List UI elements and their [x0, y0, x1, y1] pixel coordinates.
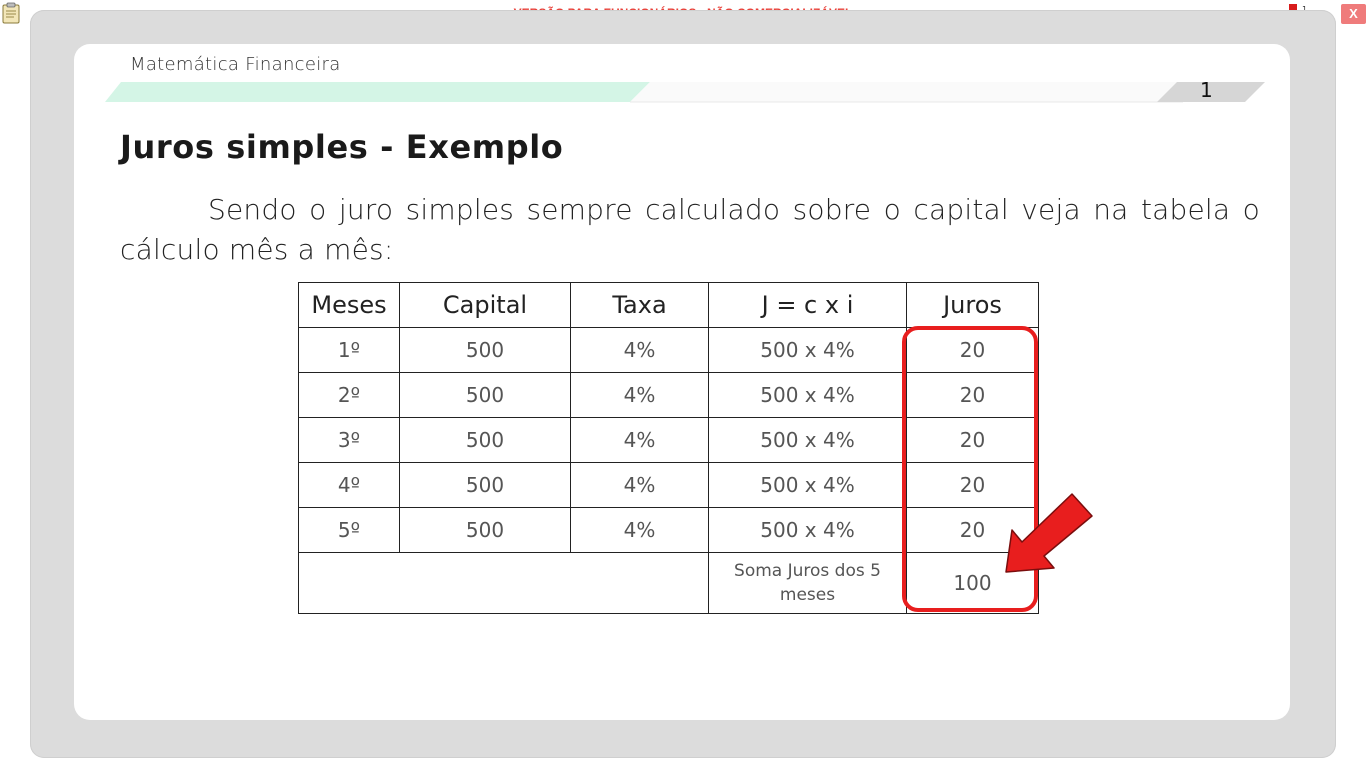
slide-paragraph: Sendo o juro simples sempre calculado so… [120, 193, 1260, 266]
cell-taxa: 4% [570, 372, 709, 418]
slide-viewer: VERSÃO PARA FUNCIONÁRIOS - NÃO COMERCIAL… [0, 0, 1366, 768]
cell-juros: 20 [906, 417, 1039, 463]
cell-taxa: 4% [570, 462, 709, 508]
table-row: 3º 500 4% 500 x 4% 20 [298, 417, 1039, 463]
table-header-row: Meses Capital Taxa J = c x i Juros [298, 282, 1039, 328]
cell-juros: 20 [906, 327, 1039, 373]
cell-formula: 500 x 4% [708, 327, 907, 373]
cell-formula: 500 x 4% [708, 462, 907, 508]
cell-capital: 500 [399, 417, 571, 463]
cell-juros: 20 [906, 372, 1039, 418]
cell-mes: 2º [298, 372, 400, 418]
cell-formula: 500 x 4% [708, 417, 907, 463]
cell-capital: 500 [399, 327, 571, 373]
cell-mes: 1º [298, 327, 400, 373]
header-band [105, 82, 1265, 103]
cell-taxa: 4% [570, 507, 709, 553]
slide-title: Juros simples - Exemplo [120, 128, 564, 166]
table-total-row: Soma Juros dos 5 meses 100 [298, 552, 1039, 614]
header-meses: Meses [298, 282, 400, 328]
cell-mes: 4º [298, 462, 400, 508]
cell-formula: 500 x 4% [708, 372, 907, 418]
table-row: 1º 500 4% 500 x 4% 20 [298, 327, 1039, 373]
header-juros: Juros [906, 282, 1039, 328]
course-title: Matemática Financeira [130, 54, 341, 75]
header-capital: Capital [399, 282, 571, 328]
page-number: 1 [1200, 78, 1213, 102]
cell-capital: 500 [399, 507, 571, 553]
cell-taxa: 4% [570, 417, 709, 463]
table-row: 4º 500 4% 500 x 4% 20 [298, 462, 1039, 508]
header-taxa: Taxa [570, 282, 709, 328]
table-row: 5º 500 4% 500 x 4% 20 [298, 507, 1039, 553]
header-formula: J = c x i [708, 282, 907, 328]
cell-mes: 3º [298, 417, 400, 463]
cell-formula: 500 x 4% [708, 507, 907, 553]
cell-juros: 20 [906, 462, 1039, 508]
table-row: 2º 500 4% 500 x 4% 20 [298, 372, 1039, 418]
total-label: Soma Juros dos 5 meses [708, 552, 907, 614]
cell-capital: 500 [399, 372, 571, 418]
cell-capital: 500 [399, 462, 571, 508]
cell-mes: 5º [298, 507, 400, 553]
cell-juros: 20 [906, 507, 1039, 553]
juros-table: Meses Capital Taxa J = c x i Juros 1º 50… [298, 282, 1039, 614]
close-button[interactable]: X [1341, 4, 1366, 24]
total-value: 100 [906, 552, 1039, 614]
empty-cell [298, 552, 709, 614]
cell-taxa: 4% [570, 327, 709, 373]
